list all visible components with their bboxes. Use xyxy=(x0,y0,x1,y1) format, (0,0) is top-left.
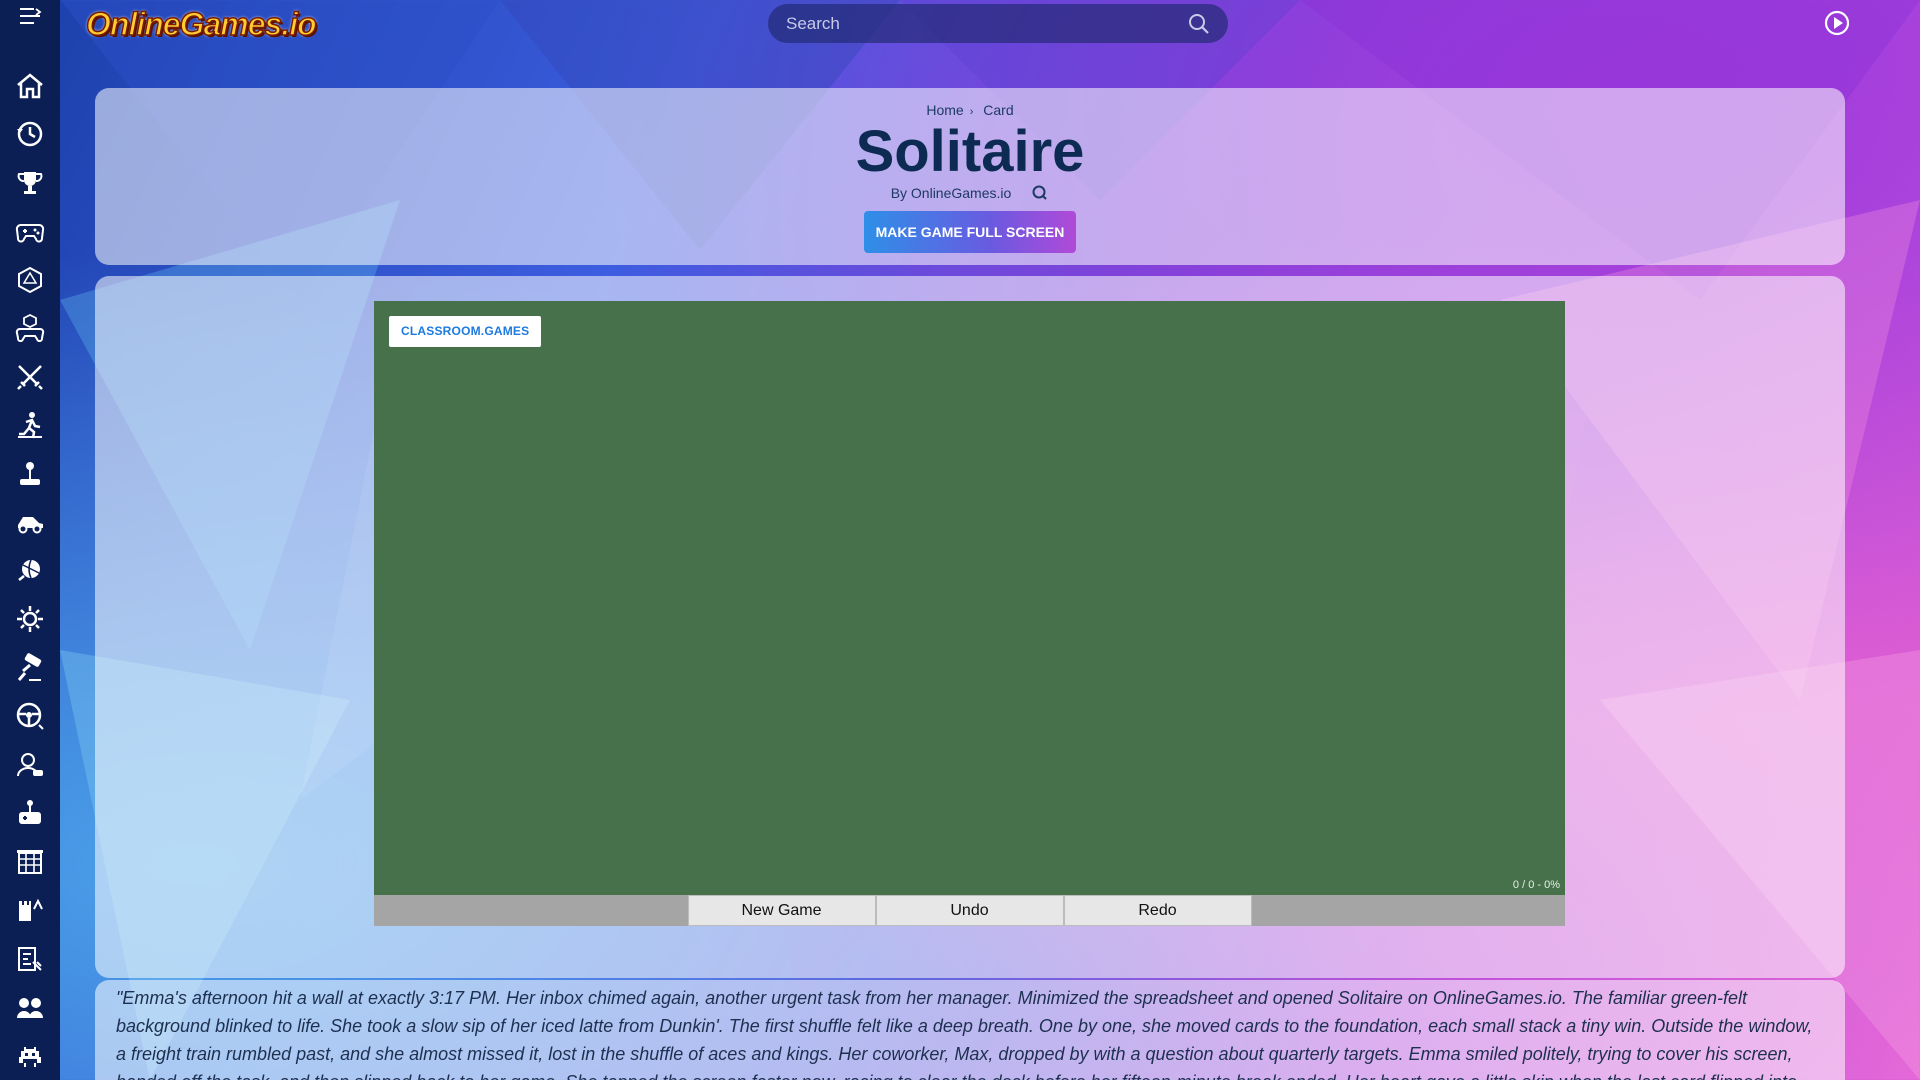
strategy-tower-icon xyxy=(19,899,43,922)
sidebar-item-home[interactable] xyxy=(0,62,60,111)
sidebar-item-strategy[interactable] xyxy=(0,886,60,935)
redo-button[interactable]: Redo xyxy=(1063,895,1252,926)
crossed-swords-icon xyxy=(17,364,43,390)
trophy-icon xyxy=(17,171,43,194)
top-bar: OnlineGames.io xyxy=(60,0,1920,46)
avatar-gamer-icon xyxy=(17,752,43,776)
sidebar-nav xyxy=(0,32,60,1080)
sidebar-item-arcade[interactable] xyxy=(0,789,60,838)
breadcrumb-home[interactable]: Home xyxy=(926,102,963,118)
game-controls: New Game Undo Redo xyxy=(374,895,1565,926)
menu-toggle-button[interactable] xyxy=(0,0,60,32)
play-circle-icon[interactable] xyxy=(1824,10,1850,36)
building-icon xyxy=(17,849,43,874)
game-card: CLASSROOM.GAMES 0 / 0 - 0% New Game Undo… xyxy=(95,276,1845,978)
sidebar-item-gear[interactable] xyxy=(0,595,60,644)
sidebar-item-dice[interactable] xyxy=(0,256,60,305)
game-canvas[interactable]: CLASSROOM.GAMES 0 / 0 - 0% xyxy=(374,301,1565,895)
gamepad-icon xyxy=(15,224,45,243)
basketball-icon xyxy=(18,559,40,581)
sidebar-item-building[interactable] xyxy=(0,838,60,887)
history-icon xyxy=(17,122,43,147)
sidebar-item-joystick[interactable] xyxy=(0,450,60,499)
sidebar-item-swords[interactable] xyxy=(0,353,60,402)
puzzle-board-icon xyxy=(18,946,42,971)
sidebar-item-gamepad[interactable] xyxy=(0,207,60,256)
steering-wheel-icon xyxy=(16,703,44,730)
site-logo[interactable]: OnlineGames.io xyxy=(85,5,317,43)
joystick-icon xyxy=(20,461,40,485)
sidebar-item-racing[interactable] xyxy=(0,498,60,547)
racing-car-icon xyxy=(18,517,43,534)
hamburger-icon xyxy=(20,7,42,24)
sidebar-item-puzzle[interactable] xyxy=(0,935,60,984)
sidebar-item-space-invader[interactable] xyxy=(0,1032,60,1080)
story-card: "Emma's afternoon hit a wall at exactly … xyxy=(95,980,1845,1080)
sidebar-item-runner[interactable] xyxy=(0,401,60,450)
sidebar-item-two-player[interactable] xyxy=(0,983,60,1032)
controller-cube-icon xyxy=(15,314,45,343)
sidebar-item-driving[interactable] xyxy=(0,692,60,741)
sidebar-item-gamer[interactable] xyxy=(0,741,60,790)
breadcrumb-card[interactable]: Card xyxy=(983,102,1013,118)
sidebar-item-paint[interactable] xyxy=(0,644,60,693)
search-icon[interactable] xyxy=(1031,184,1049,202)
new-game-button[interactable]: New Game xyxy=(687,895,876,926)
undo-button[interactable]: Undo xyxy=(875,895,1064,926)
sidebar-item-trophy[interactable] xyxy=(0,159,60,208)
search-bar xyxy=(768,4,1228,43)
fullscreen-button[interactable]: MAKE GAME FULL SCREEN xyxy=(863,211,1077,253)
runner-icon xyxy=(18,412,42,439)
story-text: "Emma's afternoon hit a wall at exactly … xyxy=(116,988,1813,1080)
author-label[interactable]: By OnlineGames.io xyxy=(891,185,1012,201)
sidebar-item-controller-cube[interactable] xyxy=(0,304,60,353)
gear-icon xyxy=(17,606,43,633)
space-invader-icon xyxy=(19,1046,41,1067)
two-player-icon xyxy=(17,998,43,1019)
breadcrumb-separator-icon: › xyxy=(969,106,974,118)
search-input[interactable] xyxy=(786,13,1188,34)
game-header-card: Home › Card Solitaire By OnlineGames.io M… xyxy=(95,88,1845,265)
byline: By OnlineGames.io xyxy=(95,184,1845,202)
sidebar xyxy=(0,0,60,1080)
d20-dice-icon xyxy=(18,266,42,293)
classroom-games-button[interactable]: CLASSROOM.GAMES xyxy=(389,316,542,347)
sidebar-item-basketball[interactable] xyxy=(0,547,60,596)
paint-roller-icon xyxy=(17,653,42,681)
page-title: Solitaire xyxy=(855,119,1085,184)
breadcrumb: Home › Card xyxy=(95,102,1845,118)
score-text: 0 / 0 - 0% xyxy=(1512,879,1560,891)
home-icon xyxy=(17,73,43,98)
search-icon[interactable] xyxy=(1188,13,1210,35)
arcade-icon xyxy=(19,800,41,825)
sidebar-item-history[interactable] xyxy=(0,110,60,159)
